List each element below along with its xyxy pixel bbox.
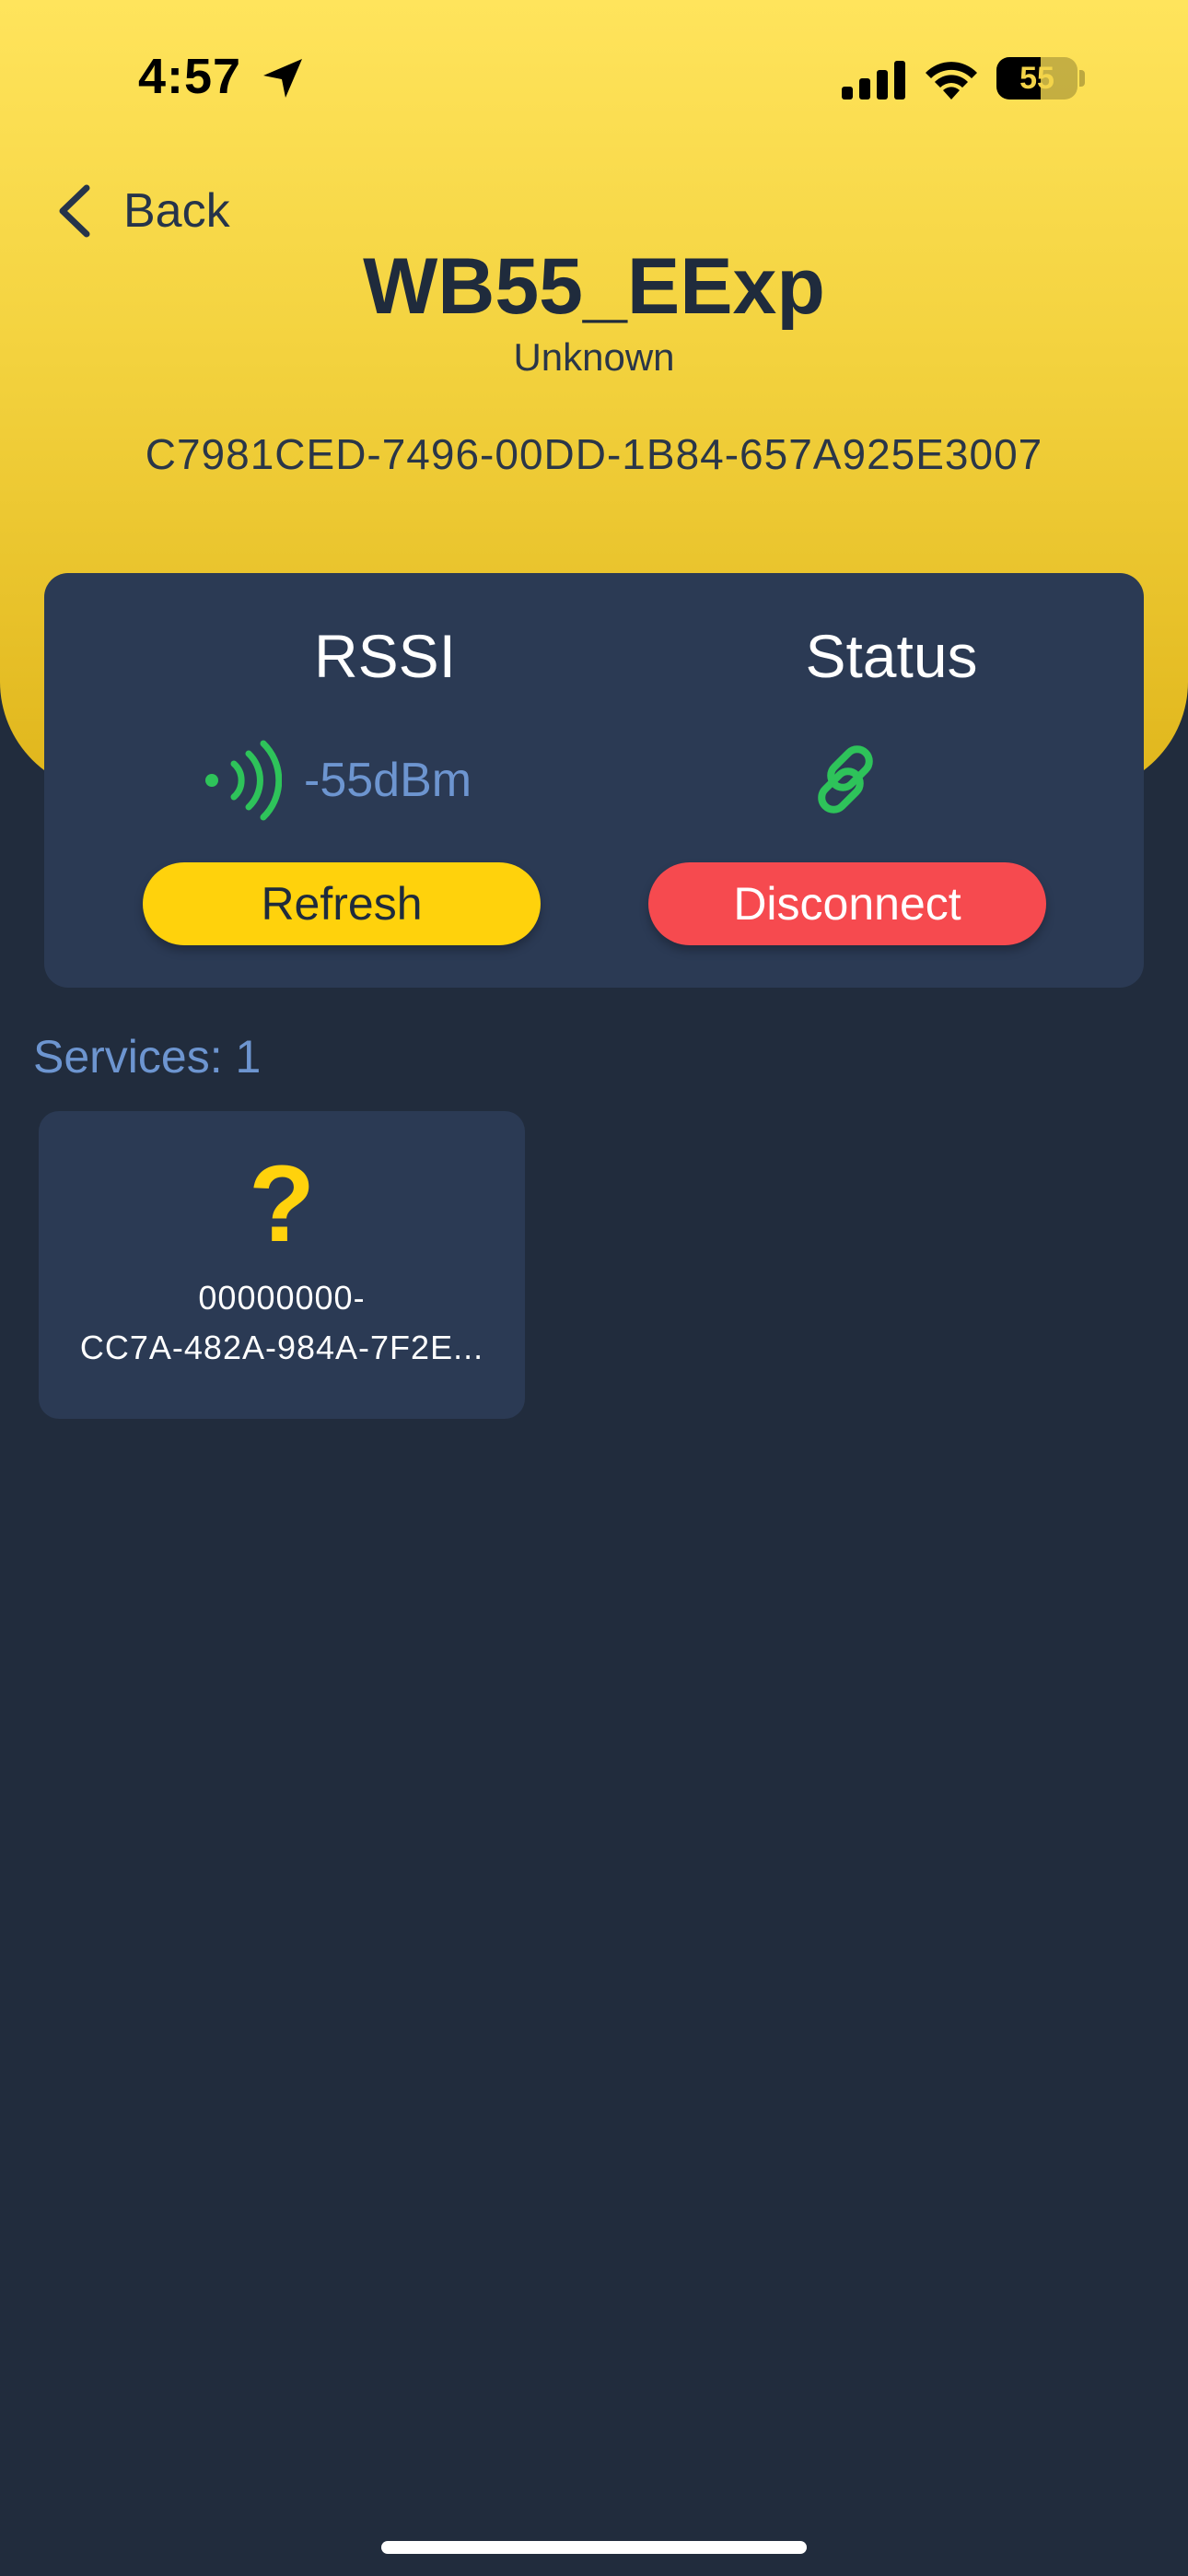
device-name: WB55_EExp	[363, 242, 825, 331]
status-time: 4:57	[138, 49, 242, 104]
services-count-label: Services: 1	[33, 1031, 262, 1083]
unknown-service-icon: ?	[248, 1143, 316, 1265]
home-indicator[interactable]	[381, 2541, 807, 2554]
rssi-row: -55dBm	[199, 739, 472, 822]
device-detail-screen: 4:57 55 Back WB55_EExp Unknown C7981CED-…	[0, 0, 1188, 2576]
device-type: Unknown	[513, 335, 675, 379]
battery-level: 55	[1019, 61, 1054, 96]
link-connected-icon	[818, 745, 873, 814]
location-arrow-icon	[263, 59, 302, 98]
refresh-button[interactable]: Refresh	[143, 862, 541, 945]
service-uuid: 00000000- CC7A-482A-984A-7F2E...	[79, 1279, 484, 1366]
disconnect-button[interactable]: Disconnect	[648, 862, 1046, 945]
back-button[interactable]: Back	[55, 177, 230, 245]
cellular-signal-icon	[842, 61, 905, 100]
rssi-value: -55dBm	[304, 754, 472, 807]
signal-strength-icon	[205, 740, 282, 821]
back-label: Back	[123, 184, 230, 238]
wifi-icon	[926, 62, 977, 100]
battery-nub	[1079, 70, 1085, 87]
device-uuid: C7981CED-7496-00DD-1B84-657A925E3007	[145, 430, 1043, 478]
rssi-title: RSSI	[313, 622, 457, 690]
status-title: Status	[805, 622, 978, 690]
battery-icon: 55	[996, 57, 1077, 100]
connection-info-card: RSSI Status -55dBm Refresh Disconnect	[44, 573, 1144, 988]
chevron-left-icon	[59, 184, 90, 238]
service-card[interactable]: ? 00000000- CC7A-482A-984A-7F2E...	[39, 1111, 525, 1419]
